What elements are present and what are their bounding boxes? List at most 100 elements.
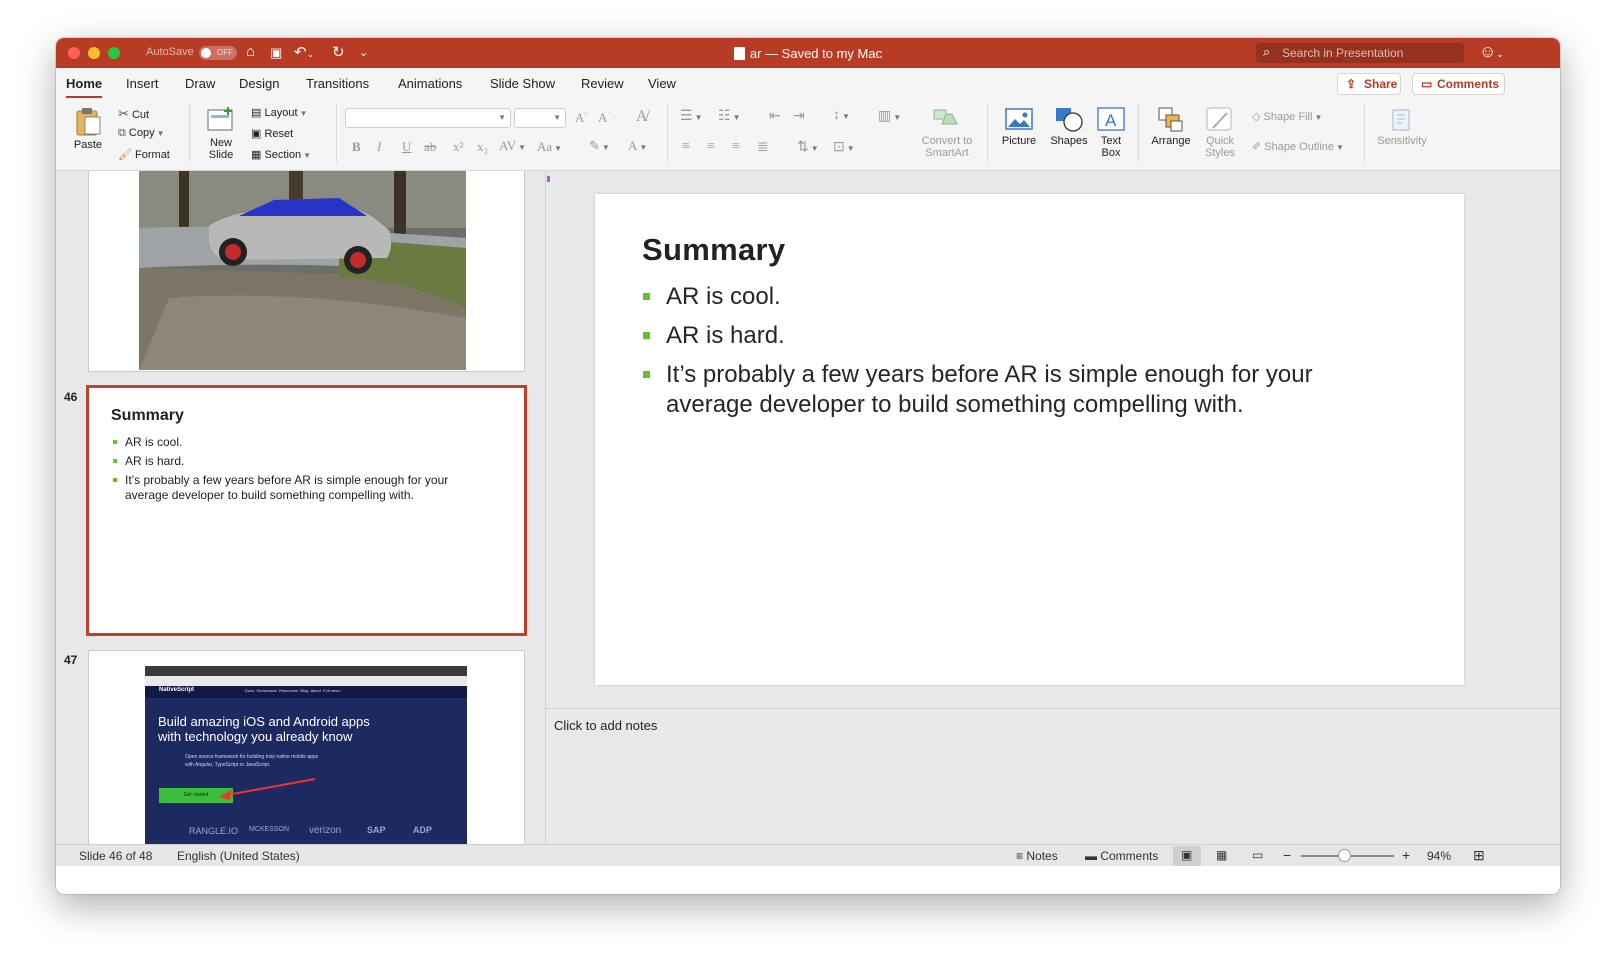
slide-thumbnail-47[interactable]: NativeScript Docs Showcases Resources Bl…	[88, 650, 525, 844]
cut-button[interactable]: ✂ Cut	[118, 106, 149, 122]
shapes-button[interactable]: Shapes	[1044, 106, 1094, 147]
tab-draw[interactable]: Draw	[185, 76, 215, 91]
slide-thumbnail-46[interactable]: Summary AR is cool. AR is hard. It’s pro…	[86, 385, 527, 636]
presenter-view-button[interactable]: ▭	[1245, 846, 1273, 866]
change-case-icon[interactable]: Aa ▼	[537, 139, 562, 155]
tab-view[interactable]: View	[648, 76, 676, 91]
shape-fill-button[interactable]: ◇ Shape Fill ▼	[1252, 110, 1322, 123]
ribbon-tabs: Home Insert Draw Design Transitions Anim…	[56, 68, 1560, 99]
slide-bullet[interactable]: It’s probably a few years before AR is s…	[641, 360, 1401, 420]
scissors-icon: ✂	[118, 106, 129, 121]
character-spacing-icon[interactable]: AV ▼	[499, 138, 526, 154]
superscript-icon[interactable]: x²	[453, 139, 463, 155]
arrange-button[interactable]: Arrange	[1146, 106, 1196, 147]
current-slide[interactable]: Summary AR is cool. AR is hard. It’s pro…	[595, 194, 1464, 685]
fit-to-window-icon[interactable]: ⊞	[1473, 847, 1485, 864]
shape-outline-label: Shape Outline	[1264, 141, 1334, 153]
underline-icon[interactable]: U	[402, 139, 411, 155]
align-text-icon[interactable]: ⊡ ▼	[833, 139, 855, 156]
slide-editor[interactable]: Summary AR is cool. AR is hard. It’s pro…	[546, 171, 1560, 708]
comments-toggle[interactable]: ▬ Comments	[1085, 849, 1158, 863]
text-box-button[interactable]: A Text Box	[1093, 106, 1129, 159]
zoom-out-button[interactable]: −	[1283, 847, 1291, 863]
bold-icon[interactable]: B	[352, 139, 361, 155]
shape-outline-button[interactable]: ✐ Shape Outline ▼	[1252, 140, 1344, 153]
site-subtitle: Open source framework for building truly…	[185, 754, 319, 768]
cut-label: Cut	[131, 109, 150, 121]
reset-button[interactable]: ▣ Reset	[251, 127, 293, 140]
tab-review[interactable]: Review	[581, 76, 624, 91]
text-direction-icon[interactable]: ⇅ ▼	[797, 139, 819, 156]
slide-title[interactable]: Summary	[642, 232, 785, 268]
align-left-icon[interactable]: ≡	[682, 139, 690, 155]
zoom-in-button[interactable]: +	[1402, 847, 1410, 863]
align-center-icon[interactable]: ≡	[707, 139, 715, 155]
strikethrough-icon[interactable]: ab	[424, 139, 436, 155]
tab-insert[interactable]: Insert	[126, 76, 159, 91]
thumbnail-bullets: AR is cool. AR is hard. It’s probably a …	[111, 435, 481, 507]
notes-icon: ≡	[1016, 849, 1024, 863]
tab-design[interactable]: Design	[239, 76, 279, 91]
comment-icon: ▭	[1421, 77, 1433, 91]
zoom-slider-knob[interactable]	[1338, 849, 1352, 862]
format-painter-button[interactable]: 🖌 Format	[118, 148, 170, 161]
columns-icon[interactable]: ▥ ▼	[878, 108, 901, 125]
align-right-icon[interactable]: ≡	[732, 139, 740, 155]
picture-button[interactable]: Picture	[994, 106, 1044, 147]
reset-icon: ▣	[251, 128, 262, 140]
font-color-icon[interactable]: A ▼	[628, 138, 647, 154]
sensitivity-button[interactable]: Sensitivity	[1371, 106, 1433, 147]
bullets-icon[interactable]: ☰ ▼	[680, 108, 702, 125]
highlight-icon[interactable]: ✎ ▼	[589, 138, 610, 154]
convert-label-1: Convert to	[921, 135, 973, 147]
arrange-icon	[1158, 107, 1183, 132]
increase-font-icon[interactable]: A^	[575, 110, 588, 126]
decrease-indent-icon[interactable]: ⇤	[769, 108, 781, 125]
notes-placeholder[interactable]: Click to add notes	[554, 718, 657, 733]
tab-slide-show[interactable]: Slide Show	[490, 76, 555, 91]
convert-label-2: SmartArt	[925, 147, 969, 159]
paste-button[interactable]: Paste	[68, 106, 108, 151]
search-input[interactable]: ⌕ Search in Presentation	[1256, 43, 1464, 63]
clear-formatting-icon[interactable]: A̸	[636, 108, 648, 126]
comments-button[interactable]: ▭ Comments	[1412, 73, 1505, 95]
nativescript-screenshot: NativeScript Docs Showcases Resources Bl…	[145, 666, 467, 844]
font-name-dropdown[interactable]: ▼	[345, 108, 511, 128]
increase-indent-icon[interactable]: ⇥	[793, 108, 805, 125]
decrease-font-icon[interactable]: Aˇ	[598, 110, 610, 126]
section-button[interactable]: ▦ Section ▼	[251, 148, 311, 161]
zoom-level[interactable]: 94%	[1427, 849, 1451, 863]
font-size-dropdown[interactable]: ▼	[514, 108, 566, 128]
slide-thumbnails-pane[interactable]: 46 Summary AR is cool. AR is hard. It’s …	[56, 171, 546, 844]
window-title-text: ar — Saved to my Mac	[749, 46, 883, 61]
feedback-smiley-icon[interactable]: ☺⌄	[1479, 42, 1504, 62]
share-button[interactable]: ⇪ Share	[1337, 73, 1401, 95]
slide-bullet-list[interactable]: AR is cool. AR is hard. It’s probably a …	[641, 282, 1401, 429]
copy-button[interactable]: ⧉ Copy ▼	[118, 127, 165, 140]
new-slide-button[interactable]: New Slide	[199, 106, 243, 161]
picture-label: Picture	[1001, 135, 1037, 147]
tab-home[interactable]: Home	[66, 76, 103, 99]
quick-styles-button[interactable]: Quick Styles	[1196, 106, 1244, 159]
tab-transitions[interactable]: Transitions	[306, 76, 369, 91]
browser-address-bar	[145, 676, 467, 686]
numbering-icon[interactable]: ☷ ▼	[718, 108, 740, 125]
slide-thumbnail-45[interactable]	[88, 171, 525, 372]
language[interactable]: English (United States)	[177, 849, 300, 863]
sensitivity-icon	[1392, 109, 1410, 131]
layout-button[interactable]: ▤ Layout ▼	[251, 106, 307, 119]
shapes-icon	[1056, 108, 1083, 132]
slide-sorter-button[interactable]: ▦	[1209, 846, 1237, 866]
line-spacing-icon[interactable]: ↕ ▼	[833, 108, 850, 124]
slide-bullet[interactable]: AR is hard.	[641, 321, 1401, 351]
notes-toggle[interactable]: ≡ Notes	[1016, 849, 1058, 863]
italic-icon[interactable]: I	[377, 139, 381, 155]
red-arrow-annotation	[219, 778, 316, 800]
slide-bullet[interactable]: AR is cool.	[641, 282, 1401, 312]
normal-view-button[interactable]: ▣	[1173, 846, 1201, 866]
subscript-icon[interactable]: x₂	[477, 139, 488, 155]
notes-pane[interactable]: Click to add notes	[546, 708, 1560, 844]
justify-icon[interactable]: ≣	[757, 139, 769, 156]
convert-smartart-button[interactable]: Convert to SmartArt	[912, 106, 982, 159]
tab-animations[interactable]: Animations	[398, 76, 462, 91]
